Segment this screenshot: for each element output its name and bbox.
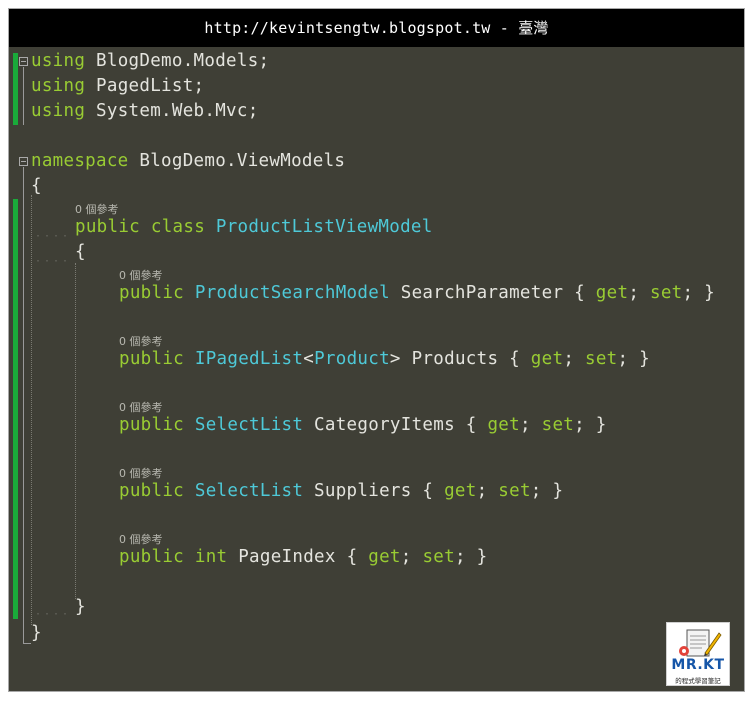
separator: ;	[400, 547, 423, 567]
code-line-namespace[interactable]: namespace BlogDemo.ViewModels	[31, 151, 345, 171]
change-bar-usings	[13, 53, 18, 125]
codelens-references[interactable]: 0 個參考	[119, 333, 163, 349]
keyword-public: public	[119, 481, 185, 501]
accessor-end: ; }	[617, 349, 651, 369]
generic-open: <	[303, 349, 315, 369]
codelens-references[interactable]: 0 個參考	[119, 399, 163, 415]
keyword-set: set	[498, 481, 531, 501]
namespace-name: BlogDemo.Models;	[85, 51, 270, 71]
collapse-minus-icon[interactable]	[19, 57, 28, 66]
brace: {	[75, 242, 86, 262]
codelens-references[interactable]: 0 個參考	[119, 267, 163, 283]
property-name: SearchParameter {	[389, 283, 596, 303]
separator: ;	[628, 283, 650, 303]
brace: }	[75, 597, 86, 617]
code-line-property-pageindex[interactable]: public int PageIndex { get; set; }	[119, 547, 487, 567]
code-line-class-open-brace[interactable]: {	[75, 242, 86, 262]
code-line-property-searchparameter[interactable]: public ProductSearchModel SearchParamete…	[119, 283, 715, 303]
class-name: ProductListViewModel	[215, 217, 433, 237]
namespace-name: PagedList;	[85, 76, 205, 96]
collapse-minus-icon[interactable]	[19, 157, 28, 166]
keyword-using: using	[31, 51, 86, 71]
type-name: IPagedList	[194, 349, 304, 369]
namespace-name: BlogDemo.ViewModels	[128, 151, 346, 171]
property-name: PageIndex {	[227, 547, 369, 567]
accessor-end: ; }	[530, 481, 564, 501]
code-line-class-close-brace[interactable]: }	[75, 597, 86, 617]
logo-subtitle: 的程式學習筆記	[675, 677, 721, 685]
code-editor-window: http://kevintsengtw.blogspot.tw - 臺灣 ···…	[8, 8, 745, 692]
keyword-public: public	[75, 217, 141, 237]
indent-guide-1	[31, 195, 32, 625]
keyword-namespace: namespace	[31, 151, 129, 171]
type-name: SelectList	[194, 481, 304, 501]
outline-line-usings	[23, 67, 24, 125]
mrkt-logo-icon: MR.KT 的程式學習筆記	[666, 622, 730, 686]
keyword-get: get	[595, 283, 629, 303]
keyword-using: using	[31, 101, 86, 121]
keyword-public: public	[119, 349, 185, 369]
keyword-set: set	[584, 349, 618, 369]
accessor-end: ; }	[454, 547, 488, 567]
type-name: ProductSearchModel	[194, 283, 390, 303]
keyword-public: public	[119, 547, 185, 567]
whitespace-dots: ····	[35, 231, 72, 242]
property-name: CategoryItems {	[303, 415, 488, 435]
namespace-name: System.Web.Mvc;	[85, 101, 259, 121]
codelens-references[interactable]: 0 個參考	[119, 531, 163, 547]
codelens-references[interactable]: 0 個參考	[119, 465, 163, 481]
separator: ;	[476, 481, 499, 501]
keyword-set: set	[541, 415, 575, 435]
outline-line-namespace	[23, 167, 24, 643]
whitespace-dots: ····	[35, 609, 72, 620]
code-line-using-pagedlist[interactable]: using PagedList;	[31, 76, 204, 96]
brace: }	[31, 623, 42, 643]
code-line-property-suppliers[interactable]: public SelectList Suppliers { get; set; …	[119, 481, 563, 501]
logo-title: MR.KT	[671, 657, 725, 673]
keyword-using: using	[31, 76, 86, 96]
keyword-public: public	[119, 283, 185, 303]
keyword-int: int	[194, 547, 228, 567]
code-line-using-models[interactable]: using BlogDemo.Models;	[31, 51, 269, 71]
property-name: Suppliers {	[303, 481, 445, 501]
brace: {	[31, 176, 42, 196]
accessor-end: ; }	[574, 415, 607, 435]
code-line-using-mvc[interactable]: using System.Web.Mvc;	[31, 101, 259, 121]
indent-guide-2	[75, 263, 76, 599]
keyword-set: set	[649, 283, 683, 303]
separator: ;	[519, 415, 542, 435]
change-bar-class	[13, 199, 18, 619]
code-area[interactable]: ···· ···· ···· using BlogDemo.Models; us…	[9, 9, 744, 691]
logo-notepad-icon	[679, 629, 722, 657]
keyword-set: set	[422, 547, 455, 567]
outline-end-namespace	[23, 643, 31, 644]
code-line-property-categoryitems[interactable]: public SelectList CategoryItems { get; s…	[119, 415, 607, 435]
code-line-open-brace[interactable]: {	[31, 176, 42, 196]
whitespace-dots: ····	[35, 256, 72, 267]
code-line-namespace-close-brace[interactable]: }	[31, 623, 42, 643]
property-name: Products {	[400, 349, 531, 369]
type-name: SelectList	[194, 415, 304, 435]
keyword-get: get	[444, 481, 477, 501]
keyword-get: get	[487, 415, 520, 435]
keyword-class: class	[150, 217, 206, 237]
keyword-public: public	[119, 415, 185, 435]
separator: ;	[563, 349, 585, 369]
generic-close: >	[389, 349, 401, 369]
code-line-class[interactable]: public class ProductListViewModel	[75, 217, 433, 237]
type-name: Product	[314, 349, 390, 369]
code-line-property-products[interactable]: public IPagedList<Product> Products { ge…	[119, 349, 650, 369]
codelens-references[interactable]: 0 個參考	[75, 201, 119, 217]
keyword-get: get	[368, 547, 401, 567]
accessor-end: ; }	[682, 283, 716, 303]
keyword-get: get	[530, 349, 564, 369]
